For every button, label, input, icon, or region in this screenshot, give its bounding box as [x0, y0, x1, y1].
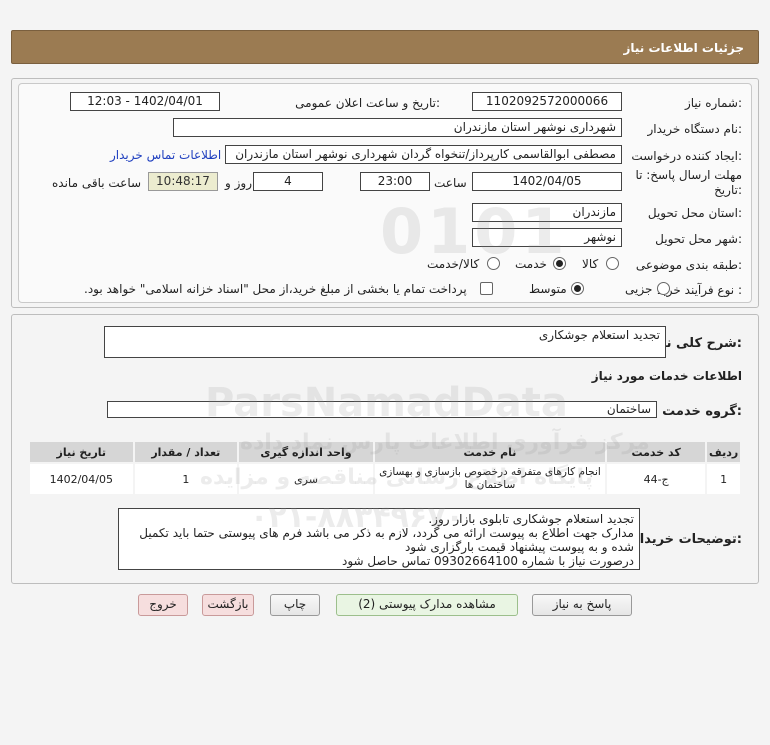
- need-number-field: 1102092572000066: [472, 92, 622, 111]
- reply-button[interactable]: پاسخ به نیاز: [532, 594, 632, 616]
- th-qty: تعداد / مقدار: [132, 440, 240, 464]
- services-title: اطلاعات خدمات مورد نیاز: [591, 369, 742, 383]
- announce-label: تاریخ و ساعت اعلان عمومی:: [295, 96, 440, 110]
- deadline-date-field: 1402/04/05: [472, 172, 622, 191]
- exit-button[interactable]: خروج: [138, 594, 188, 616]
- city-label: شهر محل تحویل:: [655, 232, 742, 246]
- need-info-panel: [11, 78, 759, 308]
- notes-line: تجدید استعلام جوشکاری تابلوی بازار روز.: [428, 512, 634, 526]
- creator-field: مصطفی ابوالقاسمی کارپرداز/تنخواه گردان ش…: [225, 145, 622, 164]
- notes-label: توضیحات خریدار:: [632, 532, 742, 547]
- th-date: تاریخ نیاز: [28, 440, 135, 464]
- notes-line: مدارک جهت اطلاع به پیوست ارائه می گردد، …: [139, 526, 634, 540]
- service-group-label: گروه خدمت:: [662, 404, 742, 419]
- deadline-time-field: 23:00: [360, 172, 430, 191]
- buyer-notes: تجدید استعلام جوشکاری تابلوی بازار روز. …: [118, 508, 640, 570]
- notes-line: درصورت نیاز با شماره 09302664100 تماس حا…: [342, 554, 634, 568]
- days-field: 4: [253, 172, 323, 191]
- creator-label: ایجاد کننده درخواست:: [631, 149, 742, 163]
- treasury-text: پرداخت تمام یا بخشی از مبلغ خرید،از محل …: [84, 282, 467, 296]
- summary-field: تجدید استعلام جوشکاری: [104, 326, 666, 358]
- category-goods-radio[interactable]: [606, 257, 619, 270]
- remaining-time-field: 10:48:17: [148, 172, 218, 191]
- category-goods-service-radio[interactable]: [487, 257, 500, 270]
- cell-unit: سری: [237, 462, 375, 496]
- deadline-label: مهلت ارسال پاسخ: تا: [635, 168, 742, 182]
- buyer-contact-link[interactable]: اطلاعات تماس خریدار: [110, 148, 221, 162]
- service-group-field: ساختمان: [107, 401, 657, 418]
- th-unit: واحد اندازه گیری: [237, 440, 375, 464]
- th-name: نام خدمت: [372, 440, 607, 464]
- process-minor-label: جزیی: [625, 282, 653, 296]
- cell-qty: 1: [132, 462, 240, 496]
- table-header-row: ردیف کد خدمت نام خدمت واحد اندازه گیری ت…: [28, 440, 742, 464]
- page-header: جزئیات اطلاعات نیاز: [11, 30, 759, 64]
- province-field: مازندران: [472, 203, 622, 222]
- treasury-checkbox[interactable]: [480, 282, 493, 295]
- page-title: جزئیات اطلاعات نیاز: [623, 41, 744, 55]
- table-row: 1 ج-44 انجام کارهای متفرقه درخصوص بازساز…: [28, 462, 742, 496]
- days-label: روز و: [225, 176, 252, 190]
- th-code: کد خدمت: [604, 440, 708, 464]
- category-label: طبقه بندی موضوعی:: [635, 258, 742, 272]
- deadline-time-label: ساعت: [434, 176, 467, 190]
- buyer-field: شهرداری نوشهر استان مازندران: [173, 118, 622, 137]
- th-row: ردیف: [705, 440, 742, 464]
- remaining-label: ساعت باقی مانده: [52, 176, 142, 190]
- announce-field: 1402/04/01 - 12:03: [70, 92, 220, 111]
- print-button[interactable]: چاپ: [270, 594, 320, 616]
- need-number-label: شماره نیاز:: [684, 96, 742, 110]
- category-service-radio[interactable]: [553, 257, 566, 270]
- province-label: استان محل تحویل:: [647, 206, 742, 220]
- process-minor-radio[interactable]: [657, 282, 670, 295]
- category-service-label: خدمت: [515, 257, 547, 271]
- deadline-label-date: تاریخ:: [714, 183, 742, 197]
- buyer-label: نام دستگاه خریدار:: [647, 122, 743, 136]
- category-goods-label: کالا: [582, 257, 599, 271]
- process-label: نوع فرآیند خرید :: [657, 283, 742, 297]
- cell-row: 1: [705, 462, 742, 496]
- view-attachments-button[interactable]: مشاهده مدارک پیوستی (2): [336, 594, 518, 616]
- notes-line: شده و به پیوست پیشنهاد قیمت بارگزاری شود: [404, 540, 634, 554]
- services-table: ردیف کد خدمت نام خدمت واحد اندازه گیری ت…: [28, 440, 742, 496]
- cell-date: 1402/04/05: [28, 462, 135, 496]
- process-medium-radio[interactable]: [571, 282, 584, 295]
- back-button[interactable]: بازگشت: [202, 594, 254, 616]
- city-field: نوشهر: [472, 228, 622, 247]
- process-medium-label: متوسط: [529, 282, 567, 296]
- category-goods-service-label: کالا/خدمت: [427, 257, 480, 271]
- cell-code: ج-44: [604, 462, 708, 496]
- cell-name: انجام کارهای متفرقه درخصوص بازسازی و بهس…: [372, 462, 607, 496]
